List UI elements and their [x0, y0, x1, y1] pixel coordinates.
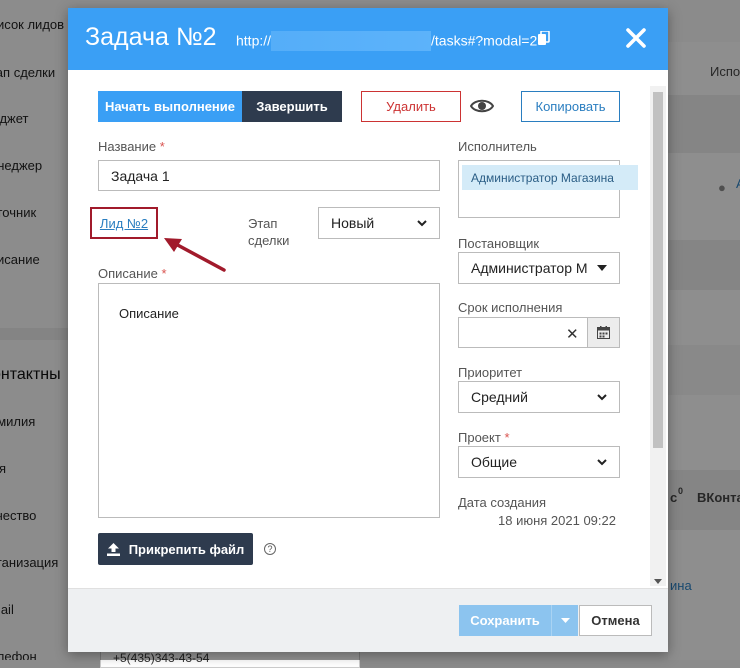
assignee-chip[interactable]: Администратор Магазина	[462, 165, 638, 190]
eye-icon[interactable]	[470, 96, 494, 116]
redacted-host	[271, 31, 432, 51]
assignee-label: Исполнитель	[458, 139, 537, 154]
calendar-icon	[597, 326, 610, 339]
stage-value: Новый	[331, 215, 375, 231]
description-label: Описание *	[98, 266, 167, 281]
url-prefix: http://	[236, 32, 272, 49]
stage-select[interactable]: Новый	[318, 207, 440, 239]
save-button[interactable]: Сохранить	[459, 605, 551, 636]
description-textarea[interactable]: Описание	[98, 283, 440, 518]
calendar-button[interactable]	[587, 317, 620, 348]
chevron-down-icon	[417, 219, 427, 226]
copy-icon[interactable]	[538, 31, 550, 45]
clear-icon[interactable]: ✕	[566, 325, 579, 343]
created-date: 18 июня 2021 09:22	[498, 513, 616, 528]
creator-select[interactable]: Администратор М	[458, 252, 620, 284]
name-input[interactable]: Задача 1	[98, 160, 440, 191]
finish-task-button[interactable]: Завершить	[242, 91, 342, 122]
name-label: Название *	[98, 139, 165, 154]
chevron-down-icon	[597, 393, 607, 400]
task-url: http:// /tasks#?modal=2	[236, 31, 537, 53]
priority-value: Средний	[471, 389, 528, 405]
project-select[interactable]: Общие	[458, 446, 620, 478]
task-modal: Задача №2 http:// /tasks#?modal=2 Начать …	[68, 8, 668, 652]
priority-select[interactable]: Средний	[458, 381, 620, 413]
created-label: Дата создания	[458, 495, 547, 510]
chevron-down-icon	[597, 458, 607, 465]
modal-header: Задача №2 http:// /tasks#?modal=2	[68, 8, 668, 70]
copy-button[interactable]: Копировать	[521, 91, 620, 122]
modal-scrollbar[interactable]	[650, 86, 666, 586]
close-icon[interactable]	[624, 26, 648, 50]
scroll-down-icon[interactable]	[654, 579, 662, 584]
save-options-button[interactable]	[551, 605, 578, 636]
upload-icon	[106, 542, 120, 556]
help-icon[interactable]: ?	[264, 543, 276, 555]
caret-down-icon	[597, 265, 607, 271]
stage-label: Этап сделки	[248, 216, 290, 248]
delete-button[interactable]: Удалить	[361, 91, 461, 122]
lead-link-highlight: Лид №2	[90, 207, 158, 239]
deadline-label: Срок исполнения	[458, 300, 563, 315]
priority-label: Приоритет	[458, 365, 523, 380]
modal-footer	[68, 588, 668, 652]
attach-file-button[interactable]: Прикрепить файл	[98, 533, 253, 565]
scrollbar-thumb[interactable]	[653, 92, 663, 448]
cancel-button[interactable]: Отмена	[579, 605, 652, 636]
project-value: Общие	[471, 454, 518, 470]
creator-label: Постановщик	[458, 236, 540, 251]
project-label: Проект *	[458, 430, 510, 445]
modal-title: Задача №2	[85, 23, 217, 51]
attach-file-label: Прикрепить файл	[128, 541, 245, 557]
url-suffix: /tasks#?modal=2	[431, 32, 538, 49]
caret-down-icon	[560, 618, 570, 623]
creator-value: Администратор М	[471, 260, 588, 276]
lead-link[interactable]: Лид №2	[100, 216, 148, 231]
start-task-button[interactable]: Начать выполнение	[98, 91, 242, 122]
